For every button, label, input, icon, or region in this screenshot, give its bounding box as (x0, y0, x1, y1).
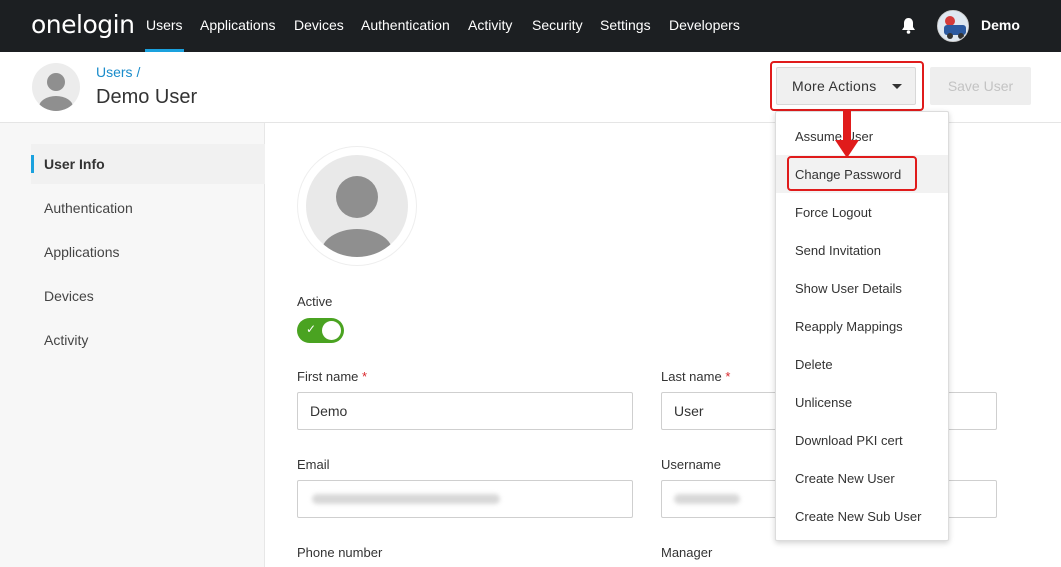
last-name-value: User (674, 403, 704, 419)
sidebar-item-user-info[interactable]: User Info (44, 156, 105, 172)
user-avatar[interactable] (937, 10, 969, 42)
nav-developers[interactable]: Developers (669, 17, 740, 33)
email-label: Email (297, 457, 330, 472)
menu-item-show-user-details[interactable]: Show User Details (776, 269, 948, 307)
breadcrumb-separator: / (136, 64, 141, 80)
profile-placeholder-icon (306, 155, 408, 257)
change-password-highlight-box (787, 156, 917, 191)
username-label: Username (661, 457, 721, 472)
manager-label: Manager (661, 545, 713, 560)
menu-item-download-pki-cert[interactable]: Download PKI cert (776, 421, 948, 459)
first-name-label: First name * (297, 369, 367, 384)
sidebar-item-authentication[interactable]: Authentication (44, 200, 133, 216)
check-icon: ✓ (306, 322, 317, 336)
first-name-label-text: First name (297, 369, 359, 384)
notification-bell-icon[interactable] (901, 17, 916, 34)
current-user-name[interactable]: Demo (981, 17, 1020, 33)
nav-security[interactable]: Security (532, 17, 583, 33)
menu-item-send-invitation[interactable]: Send Invitation (776, 231, 948, 269)
profile-photo[interactable] (298, 147, 416, 265)
breadcrumb-users-link[interactable]: Users (96, 64, 133, 80)
menu-item-create-new-user[interactable]: Create New User (776, 459, 948, 497)
menu-item-delete[interactable]: Delete (776, 345, 948, 383)
annotation-arrow-icon (835, 110, 859, 158)
nav-applications[interactable]: Applications (200, 17, 276, 33)
sidebar-item-activity[interactable]: Activity (44, 332, 88, 348)
more-actions-highlight-box (770, 61, 924, 111)
toggle-knob (322, 321, 341, 340)
nav-settings[interactable]: Settings (600, 17, 651, 33)
nav-users[interactable]: Users (145, 17, 184, 52)
sidebar: User Info Authentication Applications De… (0, 123, 265, 567)
save-user-button[interactable]: Save User (930, 67, 1031, 105)
sidebar-item-devices[interactable]: Devices (44, 288, 94, 304)
sidebar-item-applications[interactable]: Applications (44, 244, 120, 260)
last-name-label: Last name * (661, 369, 730, 384)
first-name-value: Demo (310, 403, 348, 419)
nav-devices[interactable]: Devices (294, 17, 344, 33)
active-label: Active (297, 294, 333, 309)
menu-item-assume-user[interactable]: Assume User (776, 117, 948, 155)
email-input[interactable] (297, 480, 633, 518)
onelogin-logo[interactable]: onelogin (31, 10, 135, 39)
menu-item-reapply-mappings[interactable]: Reapply Mappings (776, 307, 948, 345)
phone-number-label: Phone number (297, 545, 383, 560)
nav-activity[interactable]: Activity (468, 17, 512, 33)
nav-authentication[interactable]: Authentication (361, 17, 450, 33)
required-mark: * (725, 369, 731, 384)
username-value-redacted (674, 494, 740, 504)
menu-item-force-logout[interactable]: Force Logout (776, 193, 948, 231)
user-avatar-small (32, 63, 80, 111)
last-name-label-text: Last name (661, 369, 722, 384)
email-value-redacted (312, 494, 500, 504)
menu-item-create-new-sub-user[interactable]: Create New Sub User (776, 497, 948, 535)
first-name-input[interactable]: Demo (297, 392, 633, 430)
required-mark: * (362, 369, 368, 384)
active-toggle[interactable]: ✓ (297, 318, 344, 343)
page-title: Demo User (96, 86, 198, 108)
top-navigation-bar: onelogin Users Applications Devices Auth… (0, 0, 1061, 52)
menu-item-unlicense[interactable]: Unlicense (776, 383, 948, 421)
sidebar-active-indicator (31, 155, 34, 173)
breadcrumb: Users / (96, 64, 140, 80)
